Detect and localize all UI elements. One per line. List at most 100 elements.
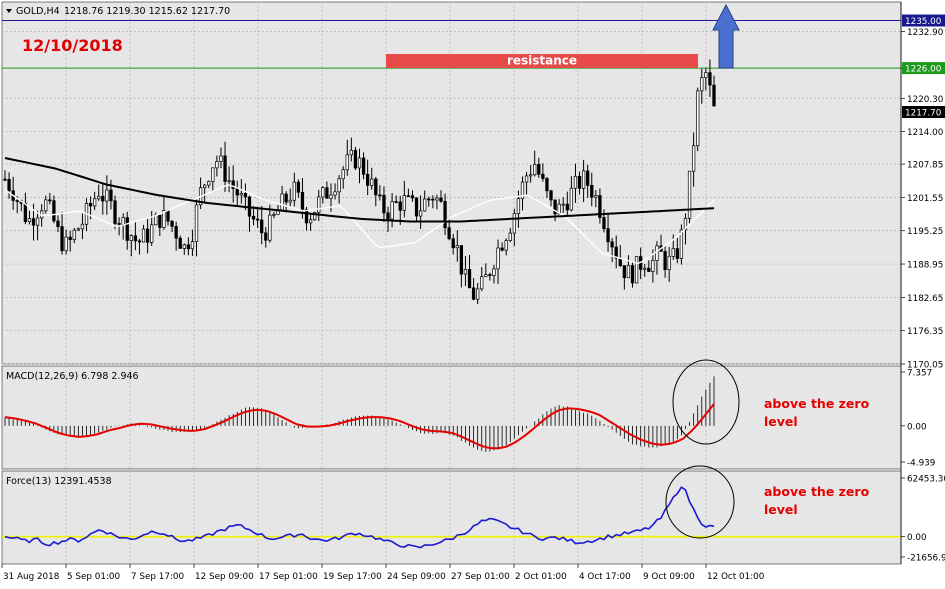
macd-note-line1: above the zero bbox=[764, 396, 870, 411]
date-annotation: 12/10/2018 bbox=[22, 36, 123, 55]
candle-body bbox=[671, 248, 675, 257]
candle-body bbox=[516, 198, 521, 215]
candle-body bbox=[35, 217, 40, 226]
candle-body bbox=[321, 187, 325, 198]
x-tick-label: 27 Sep 01:00 bbox=[451, 572, 510, 582]
x-tick-label: 9 Oct 09:00 bbox=[643, 572, 695, 582]
candle-body bbox=[414, 197, 419, 217]
candle-body bbox=[292, 181, 296, 201]
candle-body bbox=[418, 210, 423, 217]
candle-body bbox=[211, 167, 215, 182]
candle-body bbox=[337, 178, 341, 193]
candle-body bbox=[223, 155, 227, 182]
symbol-timeframe: GOLD,H4 bbox=[16, 6, 60, 17]
price-tick-label: 1220.30 bbox=[907, 95, 944, 105]
candle-body bbox=[182, 244, 186, 249]
price-tag: 1235.00 bbox=[905, 17, 942, 27]
candle-body bbox=[378, 194, 382, 197]
candle-body bbox=[431, 198, 435, 201]
candle-body bbox=[60, 226, 64, 252]
candle-body bbox=[121, 217, 125, 225]
candle-body bbox=[357, 157, 362, 169]
force-note-line2: level bbox=[764, 502, 798, 517]
price-tick-label: 1188.95 bbox=[907, 261, 943, 271]
candle-body bbox=[117, 223, 121, 225]
candle-body bbox=[349, 149, 354, 156]
candle-body bbox=[365, 173, 370, 186]
candle-body bbox=[88, 202, 93, 207]
force-label: Force(13) 12391.4538 bbox=[6, 476, 112, 487]
candle-body bbox=[581, 170, 586, 189]
candle-body bbox=[492, 268, 496, 276]
candle-body bbox=[410, 195, 415, 199]
candle-body bbox=[304, 209, 309, 224]
candle-body bbox=[549, 190, 553, 201]
candle-body bbox=[439, 197, 443, 202]
price-tag: 1226.00 bbox=[905, 65, 942, 75]
candle-body bbox=[488, 274, 492, 276]
candle-body bbox=[390, 201, 394, 220]
candle-body bbox=[7, 179, 11, 192]
candle-body bbox=[97, 195, 101, 200]
candle-body bbox=[186, 244, 191, 250]
candle-body bbox=[524, 175, 529, 183]
candle-body bbox=[235, 188, 239, 196]
candle-body bbox=[512, 213, 516, 234]
candle-body bbox=[105, 189, 109, 202]
candle-body bbox=[150, 224, 154, 243]
candle-body bbox=[374, 178, 378, 196]
x-tick-label: 12 Sep 09:00 bbox=[195, 572, 254, 582]
candle-body bbox=[602, 217, 606, 230]
x-tick-label: 24 Sep 09:00 bbox=[387, 572, 446, 582]
candle-body bbox=[68, 236, 72, 240]
candle-body bbox=[329, 194, 333, 199]
candle-body bbox=[667, 255, 671, 271]
candle-body bbox=[333, 191, 337, 196]
x-tick-label: 2 Oct 01:00 bbox=[515, 572, 567, 582]
macd-label: MACD(12,26,9) 6.798 2.946 bbox=[6, 371, 139, 382]
candle-body bbox=[643, 267, 647, 270]
candle-body bbox=[215, 161, 219, 169]
candle-body bbox=[594, 195, 598, 198]
price-tick-label: 1195.25 bbox=[907, 227, 943, 237]
candle-body bbox=[451, 238, 455, 249]
candle-body bbox=[243, 193, 248, 198]
candle-body bbox=[504, 240, 508, 251]
candle-body bbox=[203, 184, 207, 189]
candle-body bbox=[533, 164, 537, 176]
chart-canvas: 1232.90 1226.00 1220.30 1214.00 1207.85 1201.… bbox=[0, 0, 945, 585]
candle-body bbox=[113, 200, 117, 224]
candle-body bbox=[586, 170, 590, 186]
candle-body bbox=[663, 251, 667, 271]
candle-body bbox=[272, 213, 276, 216]
candle-body bbox=[606, 228, 610, 243]
price-tick-label: 1214.00 bbox=[907, 128, 944, 138]
candle-body bbox=[541, 173, 545, 179]
candle-body bbox=[630, 265, 635, 284]
ohlc-values: 1218.76 1219.30 1215.62 1217.70 bbox=[64, 6, 230, 17]
candle-body bbox=[370, 178, 374, 186]
candle-body bbox=[386, 212, 390, 220]
candle-body bbox=[207, 181, 211, 186]
candle-body bbox=[423, 198, 427, 212]
candle-body bbox=[308, 219, 313, 224]
candle-body bbox=[133, 235, 138, 242]
candle-body bbox=[700, 77, 704, 92]
candle-body bbox=[626, 265, 631, 279]
macd-tick-label: 7.357 bbox=[907, 369, 932, 379]
price-tag: 1217.70 bbox=[905, 109, 942, 119]
candle-body bbox=[125, 217, 129, 241]
candle-body bbox=[92, 198, 97, 207]
candle-body bbox=[52, 200, 56, 222]
candle-body bbox=[64, 236, 68, 252]
force-note-line1: above the zero bbox=[764, 484, 870, 499]
candle-body bbox=[174, 226, 178, 239]
candle-body bbox=[76, 228, 80, 231]
x-tick-label: 4 Oct 17:00 bbox=[579, 572, 631, 582]
candle-body bbox=[48, 199, 52, 202]
candle-body bbox=[687, 170, 692, 219]
x-tick-label: 7 Sep 17:00 bbox=[131, 572, 185, 582]
candle-body bbox=[455, 245, 459, 249]
candle-body bbox=[435, 197, 439, 201]
candle-body bbox=[190, 241, 195, 250]
